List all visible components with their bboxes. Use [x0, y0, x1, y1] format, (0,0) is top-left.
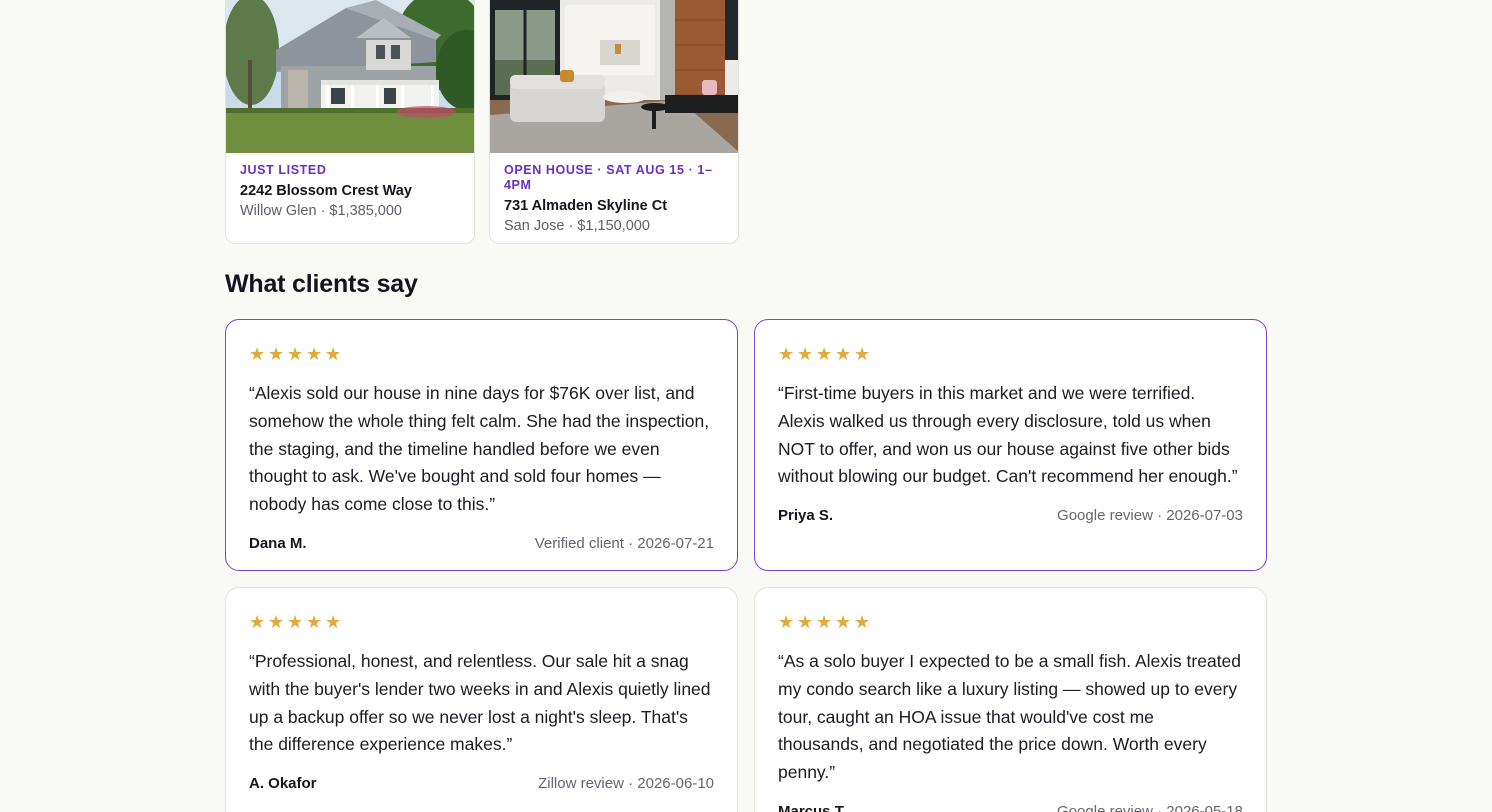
- star-icon: ★: [268, 612, 285, 632]
- star-icon: ★: [325, 344, 342, 364]
- listing-card[interactable]: OPEN HOUSE · SAT AUG 15 · 1–4PM 731 Alma…: [489, 0, 739, 244]
- review-quote: “First-time buyers in this market and we…: [778, 383, 1238, 487]
- star-icon: ★: [835, 344, 852, 364]
- review-card: ★ ★ ★ ★ ★ “As a solo buyer I expected to…: [754, 587, 1267, 812]
- star-icon: ★: [854, 612, 871, 632]
- star-icon: ★: [325, 612, 342, 632]
- reviewer-name: Priya S.: [778, 507, 834, 525]
- review-quote: “As a solo buyer I expected to be a smal…: [778, 651, 1242, 783]
- star-icon: ★: [249, 344, 266, 364]
- star-icon: ★: [249, 612, 266, 632]
- star-rating: ★ ★ ★ ★ ★: [249, 344, 714, 364]
- reviewer-name: A. Okafor: [249, 775, 317, 793]
- star-icon: ★: [854, 344, 871, 364]
- star-icon: ★: [797, 612, 814, 632]
- review-source-date: Google review · 2026-07-03: [1057, 507, 1243, 525]
- star-icon: ★: [816, 344, 833, 364]
- review-source-date: Zillow review · 2026-06-10: [538, 775, 714, 793]
- star-icon: ★: [287, 612, 304, 632]
- star-icon: ★: [268, 344, 285, 364]
- star-icon: ★: [797, 344, 814, 364]
- star-rating: ★ ★ ★ ★ ★: [249, 612, 714, 632]
- listing-card[interactable]: JUST LISTED 2242 Blossom Crest Way Willo…: [225, 0, 475, 244]
- review-quote: “Professional, honest, and relentless. O…: [249, 651, 711, 755]
- testimonials-heading: What clients say: [225, 270, 418, 298]
- star-icon: ★: [816, 612, 833, 632]
- star-icon: ★: [778, 344, 795, 364]
- review-source-date: Verified client · 2026-07-21: [534, 534, 714, 552]
- listing-location-price: San Jose · $1,150,000: [504, 218, 650, 234]
- listing-location-price: Willow Glen · $1,385,000: [240, 203, 402, 219]
- listing-status-tag: OPEN HOUSE · SAT AUG 15 · 1–4PM: [504, 163, 713, 192]
- reviewer-name: Marcus T.: [778, 802, 847, 812]
- star-icon: ★: [306, 344, 323, 364]
- living-room-interior-photo: [490, 0, 738, 153]
- star-rating: ★ ★ ★ ★ ★: [778, 612, 1243, 632]
- review-source-date: Google review · 2026-05-18: [1057, 802, 1243, 812]
- house-exterior-photo: [226, 0, 474, 153]
- star-icon: ★: [287, 344, 304, 364]
- listing-address[interactable]: 731 Almaden Skyline Ct: [504, 197, 724, 215]
- star-rating: ★ ★ ★ ★ ★: [778, 344, 1243, 364]
- star-icon: ★: [306, 612, 323, 632]
- review-card: ★ ★ ★ ★ ★ “Alexis sold our house in nine…: [225, 319, 738, 571]
- review-quote: “Alexis sold our house in nine days for …: [249, 383, 710, 515]
- listing-status-tag: JUST LISTED: [240, 163, 327, 177]
- star-icon: ★: [835, 612, 852, 632]
- star-icon: ★: [778, 612, 795, 632]
- review-card: ★ ★ ★ ★ ★ “Professional, honest, and rel…: [225, 587, 738, 812]
- reviewer-name: Dana M.: [249, 534, 307, 552]
- listing-address[interactable]: 2242 Blossom Crest Way: [240, 182, 460, 200]
- review-card: ★ ★ ★ ★ ★ “First-time buyers in this mar…: [754, 319, 1267, 571]
